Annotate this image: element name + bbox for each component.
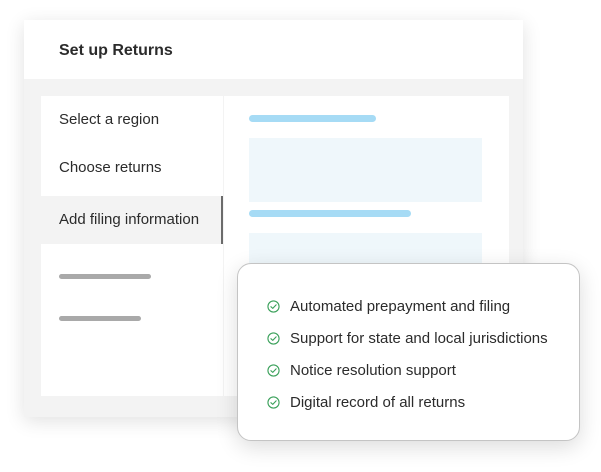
feature-label: Notice resolution support [290, 361, 456, 379]
feature-item: Notice resolution support [267, 360, 456, 380]
card-header: Set up Returns [24, 20, 523, 79]
placeholder-heading-bar [249, 115, 376, 122]
feature-label: Automated prepayment and filing [290, 297, 511, 315]
card-title: Set up Returns [59, 42, 173, 59]
feature-item: Digital record of all returns [267, 392, 465, 412]
sidebar-item-add-filing-information[interactable]: Add filing information [41, 196, 223, 244]
sidebar-placeholder-line [59, 316, 141, 321]
features-popover: Automated prepayment and filing Support … [237, 263, 580, 441]
stage: Set up Returns Select a region Choose re… [0, 0, 601, 472]
placeholder-field-block [249, 138, 482, 202]
check-circle-icon [267, 395, 280, 409]
sidebar-item-select-region[interactable]: Select a region [41, 96, 223, 144]
feature-label: Digital record of all returns [290, 393, 466, 411]
sidebar-item-choose-returns[interactable]: Choose returns [41, 144, 223, 192]
sidebar-placeholder-line [59, 274, 151, 279]
feature-item: Support for state and local jurisdiction… [267, 328, 548, 348]
check-circle-icon [267, 299, 280, 313]
check-circle-icon [267, 331, 280, 345]
feature-label: Support for state and local jurisdiction… [290, 329, 548, 347]
feature-item: Automated prepayment and filing [267, 296, 510, 316]
placeholder-heading-bar [249, 210, 411, 217]
check-circle-icon [267, 363, 280, 377]
sidebar: Select a region Choose returns Add filin… [41, 96, 223, 396]
